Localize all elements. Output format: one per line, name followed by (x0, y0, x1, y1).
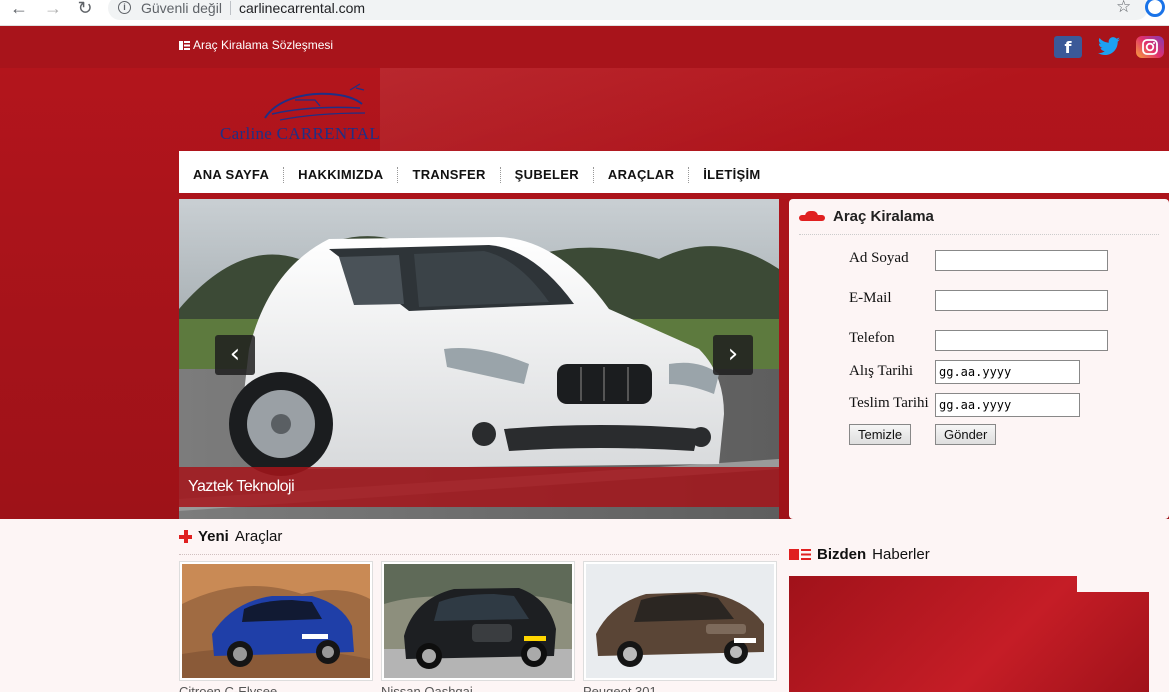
nav-about[interactable]: HAKKIMIZDA (284, 167, 399, 183)
email-field[interactable] (935, 290, 1108, 311)
back-icon[interactable]: ← (8, 0, 30, 18)
new-cars-heading: Yeni Araçlar (179, 528, 282, 545)
car-logo-icon (264, 83, 366, 121)
nav-vehicles[interactable]: ARAÇLAR (594, 167, 690, 183)
profile-icon[interactable] (1145, 0, 1165, 17)
car-name[interactable]: Nissan Qashqai (381, 684, 473, 692)
car-photo (384, 564, 572, 678)
submit-button[interactable]: Gönder (935, 424, 997, 445)
section-divider (179, 554, 779, 555)
divider (799, 234, 1159, 235)
nav-home[interactable]: ANA SAYFA (193, 167, 285, 183)
name-label: Ad Soyad (849, 250, 909, 266)
url-divider (230, 1, 231, 15)
car-name[interactable]: Peugeot 301 (583, 684, 657, 692)
top-bar: Araç Kiralama Sözleşmesi f (0, 26, 1169, 68)
slide-caption: Yaztek Teknoloji (179, 467, 779, 507)
car-card[interactable] (381, 561, 575, 681)
car-icon (799, 210, 825, 223)
nav-contact[interactable]: İLETİŞİM (689, 167, 774, 183)
nav-transfer[interactable]: TRANSFER (398, 167, 501, 183)
twitter-icon[interactable] (1095, 36, 1123, 58)
url-text[interactable]: carlinecarrental.com (239, 0, 365, 16)
forward-icon[interactable]: → (42, 0, 64, 18)
pickup-date-label: Alış Tarihi (849, 363, 914, 379)
nav-branches[interactable]: ŞUBELER (501, 167, 594, 183)
news-heading: Bizden Haberler (789, 546, 930, 563)
logo-text[interactable]: Carline CARRENTAL (220, 124, 380, 144)
return-date-label: Teslim Tarihi (849, 395, 929, 411)
slider-prev-button[interactable]: ‹ (215, 335, 255, 375)
contract-link[interactable]: Araç Kiralama Sözleşmesi (179, 38, 333, 52)
bookmark-star-icon[interactable]: ☆ (1116, 0, 1131, 17)
news-icon (789, 549, 811, 560)
security-status: Güvenli değil (141, 0, 222, 16)
document-icon (179, 40, 190, 50)
email-label: E-Mail (849, 290, 892, 306)
reload-icon[interactable]: ↻ (74, 0, 96, 18)
rental-form-heading: Araç Kiralama (833, 208, 934, 225)
plus-icon (179, 530, 192, 543)
news-title-rest: Haberler (872, 546, 930, 563)
rental-form-panel: Araç Kiralama Ad Soyad E-Mail Telefon Al… (789, 199, 1169, 519)
news-title-bold: Bizden (817, 546, 867, 563)
facebook-icon[interactable]: f (1054, 36, 1082, 58)
slide-caption-text: Yaztek Teknoloji (188, 478, 295, 495)
instagram-icon[interactable] (1136, 36, 1164, 58)
new-cars-title-rest: Araçlar (234, 528, 283, 545)
browser-toolbar: ← → ↻ i Güvenli değil carlinecarrental.c… (0, 0, 1169, 26)
pickup-date-field[interactable] (935, 360, 1080, 384)
car-card[interactable] (583, 561, 777, 681)
name-field[interactable] (935, 250, 1108, 271)
info-icon[interactable]: i (118, 1, 131, 14)
hero-slider[interactable]: ‹ › Yaztek Teknoloji (179, 199, 779, 519)
news-panel (789, 576, 1149, 692)
return-date-field[interactable] (935, 393, 1080, 417)
phone-label: Telefon (849, 330, 895, 346)
phone-field[interactable] (935, 330, 1108, 351)
rental-form-title: Araç Kiralama (799, 208, 934, 225)
main-navigation: ANA SAYFA HAKKIMIZDA TRANSFER ŞUBELER AR… (179, 151, 1169, 193)
car-card[interactable] (179, 561, 373, 681)
slider-next-button[interactable]: › (713, 335, 753, 375)
clear-button[interactable]: Temizle (849, 424, 912, 445)
car-photo (182, 564, 370, 678)
address-bar[interactable]: i Güvenli değil carlinecarrental.com ☆ (108, 0, 1148, 20)
new-cars-title-bold: Yeni (198, 528, 229, 545)
car-name[interactable]: Citroen C-Elysee (179, 684, 277, 692)
car-photo (586, 564, 774, 678)
contract-link-label: Araç Kiralama Sözleşmesi (193, 38, 334, 52)
